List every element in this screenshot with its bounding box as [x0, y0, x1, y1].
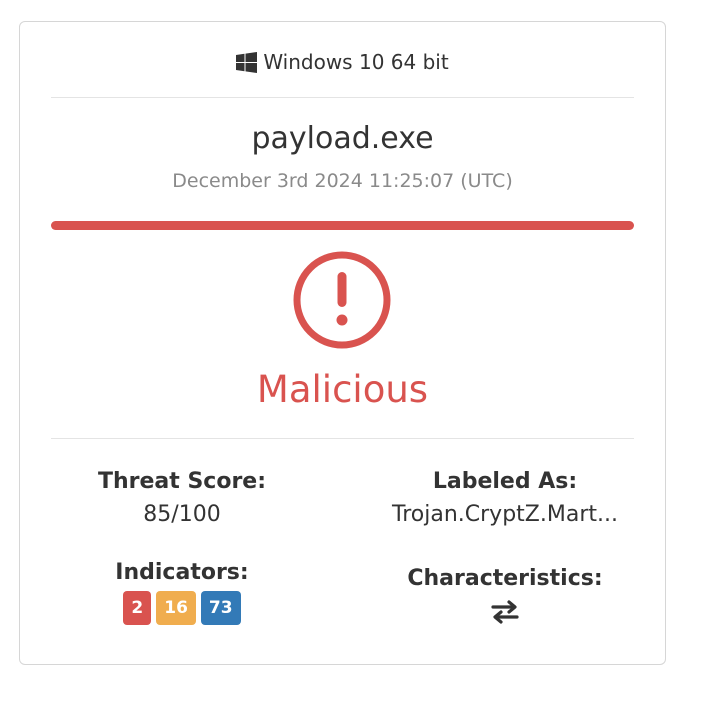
os-label: Windows 10 64 bit	[263, 50, 449, 74]
malicious-indicators-badge[interactable]: 2	[123, 591, 152, 625]
divider	[51, 438, 634, 439]
file-name[interactable]: payload.exe	[20, 121, 665, 156]
analysis-timestamp: December 3rd 2024 11:25:07 (UTC)	[172, 170, 513, 192]
windows-logo-icon	[236, 51, 258, 73]
verdict-label: Malicious	[256, 368, 429, 411]
labeled-as-section: Labeled As: Trojan.CryptZ.Mart...	[365, 469, 645, 527]
threat-score-title: Threat Score:	[97, 469, 267, 494]
indicators-section: Indicators: 2 16 73	[42, 560, 322, 625]
labeled-as-value[interactable]: Trojan.CryptZ.Mart...	[370, 502, 640, 527]
os-info: Windows 10 64 bit	[20, 49, 665, 75]
indicator-badges: 2 16 73	[42, 591, 322, 625]
labeled-as-title: Labeled As:	[432, 469, 578, 494]
threat-score-bar	[51, 221, 634, 230]
informative-indicators-badge[interactable]: 73	[200, 591, 241, 625]
characteristics-section: Characteristics:	[365, 566, 645, 625]
characteristics-title: Characteristics:	[407, 566, 603, 591]
exclamation-circle-icon	[292, 250, 392, 350]
threat-score-value: 85/100	[143, 502, 221, 527]
suspicious-indicators-badge[interactable]: 16	[156, 591, 196, 625]
indicators-title: Indicators:	[115, 560, 249, 585]
divider	[51, 97, 634, 98]
analysis-summary-card: Windows 10 64 bit payload.exe December 3…	[19, 21, 666, 665]
exchange-arrows-icon[interactable]	[365, 599, 645, 625]
threat-score-section: Threat Score: 85/100	[42, 469, 322, 527]
